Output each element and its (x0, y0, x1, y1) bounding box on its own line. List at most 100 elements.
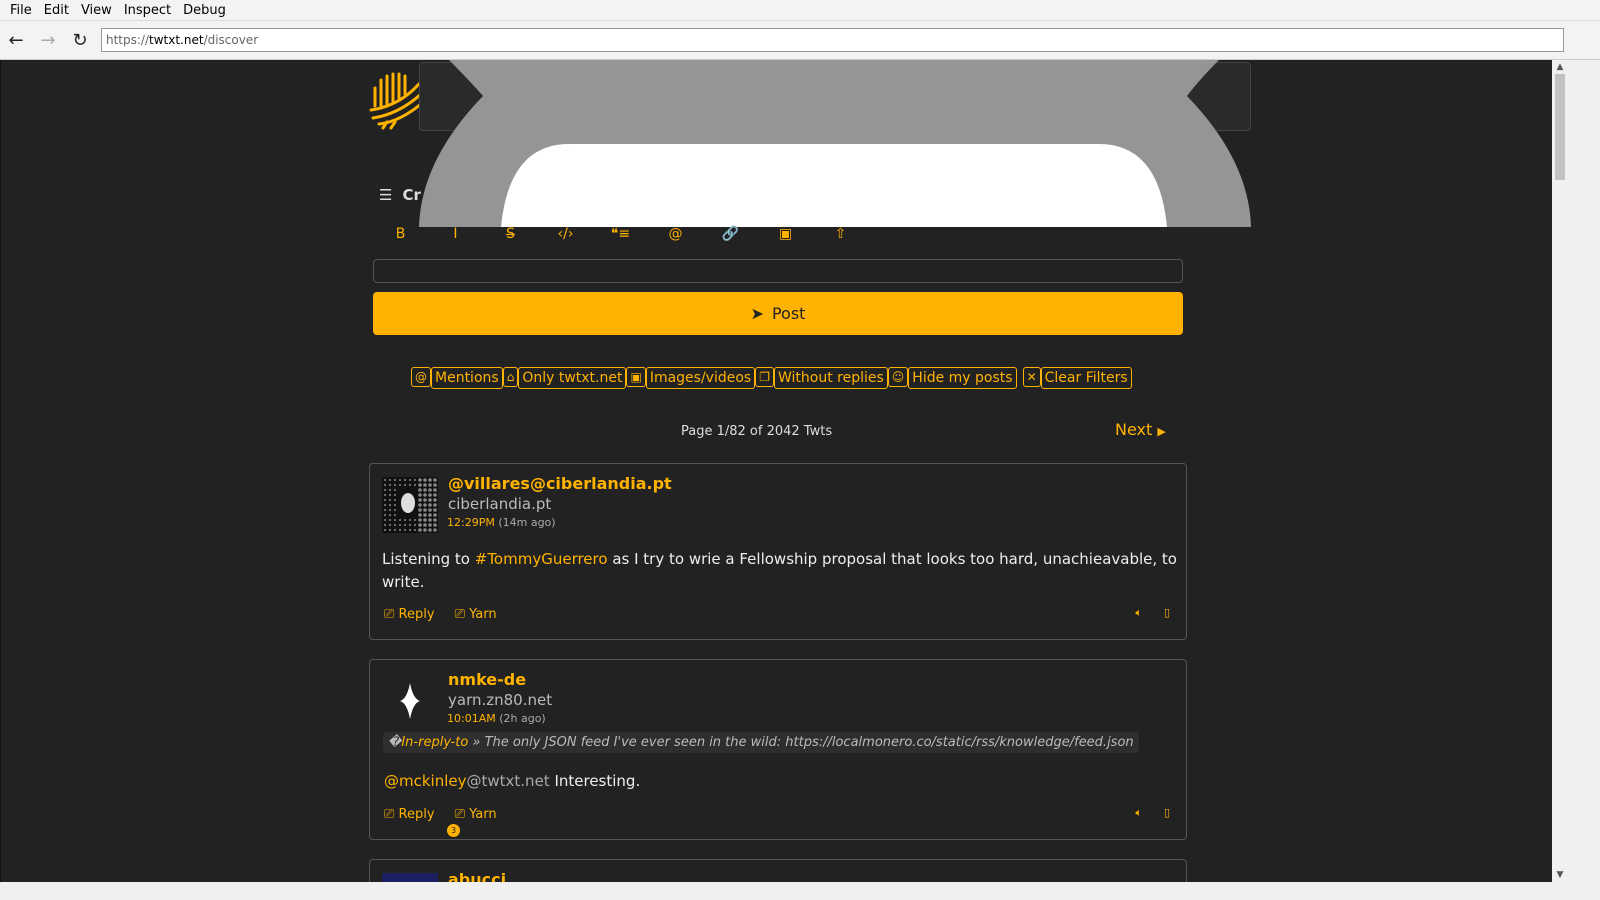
avatar-dot (418, 528, 422, 532)
bookmark-icon[interactable]: ▯ (1164, 806, 1170, 820)
avatar-dot (394, 494, 396, 496)
yarn-icon: ⎚ (454, 807, 465, 822)
avatar-dot (394, 529, 396, 531)
avatar-dot (394, 484, 396, 486)
avatar-dot (433, 483, 437, 487)
strikethrough-icon[interactable]: S̶ (483, 226, 538, 242)
twt-card: @villares@ciberlandia.pt ciberlandia.pt … (369, 463, 1187, 640)
twt-author[interactable]: nmke-de (448, 670, 526, 689)
post-button[interactable]: ➤ Post (373, 292, 1183, 335)
filter-label: Images/videos (645, 367, 756, 389)
upload-icon[interactable]: ⇧ (813, 226, 868, 242)
filter-images-videos[interactable]: ▣ Images/videos (626, 367, 756, 389)
filter-mentions[interactable]: @ Mentions (411, 367, 503, 389)
yarn-label: Yarn (469, 807, 497, 822)
twt-host: yarn.zn80.net (448, 691, 553, 709)
mute-icon[interactable]: 🔈︎ (1135, 606, 1142, 620)
avatar-dot (418, 518, 422, 522)
menu-edit[interactable]: Edit (38, 3, 75, 18)
bookmark-icon[interactable]: ▯ (1164, 606, 1170, 620)
scroll-down-icon[interactable]: ▼ (1552, 870, 1568, 880)
avatar-dot (384, 504, 386, 506)
link-icon[interactable]: 🔗 (703, 226, 758, 242)
menu-file[interactable]: File (4, 3, 38, 18)
twt-time[interactable]: 12:29PM (447, 516, 495, 529)
yarn-button[interactable]: ⎚ Yarn (455, 807, 497, 822)
menu-view[interactable]: View (75, 3, 118, 18)
menu-inspect[interactable]: Inspect (118, 3, 177, 18)
back-icon[interactable]: ← (0, 30, 32, 51)
reply-button[interactable]: ⎚ Reply (384, 807, 435, 822)
twt-body: Listening to #TommyGuerrero as I try to … (382, 548, 1182, 594)
yarn-count-badge: 3 (447, 824, 460, 837)
avatar-dot (384, 479, 386, 481)
forward-icon[interactable]: → (32, 30, 64, 51)
url-bar[interactable]: https://twtxt.net/discover (101, 28, 1564, 52)
avatar-dot (414, 484, 416, 486)
url-scheme: https:// (106, 33, 150, 47)
avatar-dot (384, 494, 386, 496)
avatar-dot (389, 489, 391, 491)
avatar-dot (404, 524, 406, 526)
twt-card: abucci (369, 859, 1187, 882)
filter-without-replies[interactable]: ❐ Without replies (755, 367, 888, 389)
scroll-up-icon[interactable]: ▲ (1552, 62, 1568, 72)
filter-hide-my-posts[interactable]: ☺ Hide my posts (887, 367, 1017, 389)
yarn-button[interactable]: ⎚ Yarn (455, 607, 497, 622)
avatar-dot (428, 523, 432, 527)
hashtag-link[interactable]: #TommyGuerrero (475, 550, 608, 568)
avatar-dot (418, 513, 422, 517)
avatar-dot (389, 504, 391, 506)
avatar-dot (389, 479, 391, 481)
next-button[interactable]: Next ▶ (1115, 420, 1166, 439)
twt-ago: (2h ago) (499, 712, 546, 725)
twt-time[interactable]: 10:01AM (447, 712, 496, 725)
avatar-dot (389, 484, 391, 486)
image-icon[interactable]: ▣ (758, 226, 813, 242)
quote-icon[interactable]: ❝≡ (593, 226, 648, 242)
menu-debug[interactable]: Debug (177, 3, 232, 18)
avatar-dot (423, 503, 427, 507)
avatar-dot (433, 528, 437, 532)
filter-only-twtxt-net[interactable]: ⌂ Only twtxt.net (502, 367, 627, 389)
yarn-icon: ⎚ (454, 607, 465, 622)
post-input[interactable] (373, 259, 1183, 283)
filter-label: Only twtxt.net (518, 367, 627, 389)
reply-button[interactable]: ⎚ Reply (384, 607, 435, 622)
avatar-dot (433, 508, 437, 512)
filter-clear-filters[interactable]: ✕ Clear Filters (1022, 367, 1132, 389)
scrollbar-thumb[interactable] (1555, 74, 1565, 180)
avatar-dot (409, 479, 411, 481)
avatar-dot (423, 478, 427, 482)
avatar[interactable] (382, 873, 438, 882)
avatar-dot (428, 528, 432, 532)
editor-toolbar: B I S̶ ‹/› ❝≡ @ 🔗 ▣ ⇧ (373, 226, 868, 242)
mention-icon[interactable]: @ (648, 226, 703, 242)
status-area (0, 882, 1600, 900)
avatar-dot (404, 484, 406, 486)
mute-icon[interactable]: 🔈︎ (1135, 806, 1142, 820)
avatar[interactable] (382, 673, 438, 729)
text: Interesting. (549, 772, 641, 790)
mention-link[interactable]: @mckinley (384, 772, 467, 790)
scrollbar[interactable]: ▲ ▼ (1552, 60, 1568, 882)
code-icon[interactable]: ‹/› (538, 226, 593, 242)
italic-icon[interactable]: I (428, 226, 483, 242)
avatar[interactable] (382, 477, 438, 533)
twt-card: nmke-de yarn.zn80.net 10:01AM (2h ago) �… (369, 659, 1187, 840)
avatar-dot (384, 484, 386, 486)
yarn-label: Yarn (469, 607, 497, 622)
twt-author[interactable]: @villares@ciberlandia.pt (448, 474, 672, 493)
avatar-dot (399, 484, 401, 486)
in-reply-to-link[interactable]: In-reply-to (401, 735, 468, 750)
page: ☰ Cr B I S̶ ‹/› ❝≡ @ 🔗 ▣ ⇧ ➤ Post @ Mentions ⌂ Only t… (0, 60, 1552, 882)
menu-bar: File Edit View Inspect Debug (0, 0, 1600, 21)
avatar-dot (418, 478, 422, 482)
reload-icon[interactable]: ↻ (64, 30, 96, 51)
avatar-dot (389, 519, 391, 521)
bold-icon[interactable]: B (373, 226, 428, 242)
twt-author[interactable]: abucci (448, 870, 506, 882)
avatar-dot (423, 523, 427, 527)
text: Listening to (382, 550, 475, 568)
at-icon: @ (411, 367, 431, 387)
